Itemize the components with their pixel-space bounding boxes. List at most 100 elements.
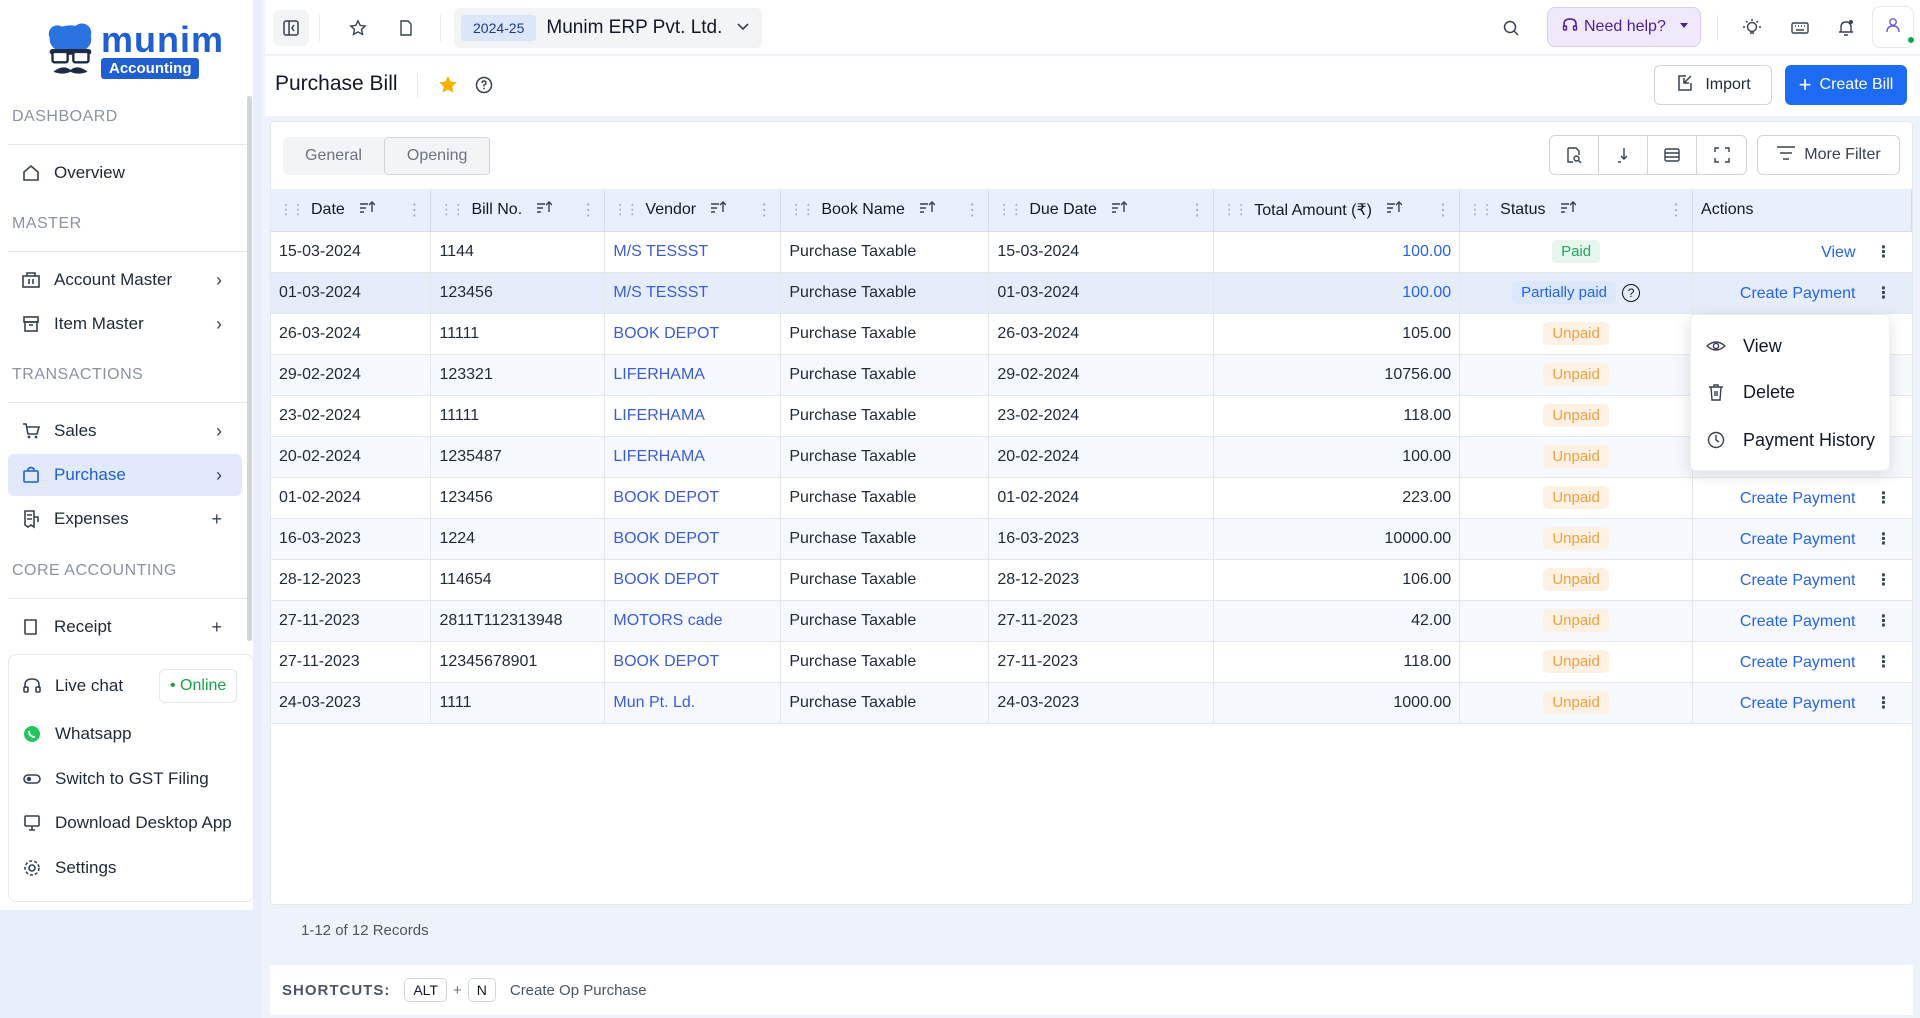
- sidebar-item-overview[interactable]: Overview: [8, 152, 242, 194]
- live-chat-link[interactable]: Live chat: [21, 675, 123, 697]
- column-menu-icon[interactable]: ⋮: [406, 200, 422, 220]
- density-icon[interactable]: [1648, 136, 1697, 174]
- column-menu-icon[interactable]: ⋮: [1668, 200, 1684, 220]
- logo[interactable]: munim Accounting: [44, 18, 224, 82]
- fullscreen-icon[interactable]: [1697, 136, 1746, 174]
- whatsapp-link[interactable]: Whatsapp: [21, 723, 132, 745]
- view-link[interactable]: View: [1821, 244, 1855, 261]
- notification-bell-icon[interactable]: [1828, 10, 1864, 46]
- table-row[interactable]: 20-02-2024 1235487 LIFERHAMA Purchase Taxab…: [271, 436, 1912, 478]
- table-row[interactable]: 15-03-2024 1144 M/S TESSST Purchase Taxable…: [271, 231, 1912, 273]
- vendor-link[interactable]: LIFERHAMA: [604, 395, 782, 437]
- create-payment-link[interactable]: Create Payment: [1740, 572, 1856, 589]
- column-menu-icon[interactable]: ⋮: [580, 200, 596, 220]
- column-menu-icon[interactable]: ⋮: [964, 200, 980, 220]
- menu-item-view[interactable]: View: [1705, 335, 1782, 357]
- user-avatar-button[interactable]: [1872, 6, 1916, 48]
- star-icon[interactable]: [340, 10, 376, 46]
- vendor-link[interactable]: M/S TESSST: [604, 272, 782, 314]
- vendor-link[interactable]: M/S TESSST: [604, 231, 782, 273]
- row-menu-icon[interactable]: ⋮: [1856, 529, 1912, 549]
- create-payment-link[interactable]: Create Payment: [1740, 613, 1856, 630]
- table-row[interactable]: 24-03-2023 1111 Mun Pt. Ld. Purchase Taxabl…: [271, 682, 1912, 724]
- table-row[interactable]: 27-11-2023 12345678901 BOOK DEPOT Purchase …: [271, 641, 1912, 683]
- sort-icon[interactable]: [536, 200, 553, 219]
- column-menu-icon[interactable]: ⋮: [756, 200, 772, 220]
- table-row[interactable]: 16-03-2023 1224 BOOK DEPOT Purchase Taxable…: [271, 518, 1912, 560]
- drag-handle-icon[interactable]: ⋮⋮: [613, 201, 639, 218]
- settings-link[interactable]: Settings: [21, 857, 116, 879]
- row-menu-icon[interactable]: ⋮: [1856, 242, 1912, 262]
- export-icon[interactable]: [1599, 136, 1648, 174]
- column-menu-icon[interactable]: ⋮: [1189, 200, 1205, 220]
- vendor-link[interactable]: MOTORS cade: [604, 600, 782, 642]
- company-selector[interactable]: 2024-25 Munim ERP Pvt. Ltd.: [454, 8, 762, 48]
- download-desktop-link[interactable]: Download Desktop App: [21, 812, 232, 834]
- search-icon[interactable]: [1493, 10, 1529, 46]
- vendor-link[interactable]: LIFERHAMA: [604, 354, 782, 396]
- favorite-star-icon[interactable]: [437, 74, 459, 101]
- vendor-link[interactable]: Mun Pt. Ld.: [604, 682, 782, 724]
- collapse-sidebar-icon[interactable]: [273, 10, 309, 46]
- row-menu-icon[interactable]: ⋮: [1856, 283, 1912, 303]
- switch-gst-link[interactable]: Switch to GST Filing: [21, 768, 209, 790]
- lightbulb-icon[interactable]: [1734, 10, 1770, 46]
- sidebar-item-account-master[interactable]: Account Master ›: [8, 259, 242, 301]
- sidebar-scrollbar[interactable]: [247, 96, 252, 641]
- vendor-link[interactable]: BOOK DEPOT: [604, 477, 782, 519]
- need-help-button[interactable]: Need help?: [1547, 7, 1701, 47]
- keyboard-icon[interactable]: [1782, 10, 1818, 46]
- menu-item-delete[interactable]: Delete: [1705, 381, 1795, 403]
- sort-icon[interactable]: [1386, 200, 1403, 219]
- row-menu-icon[interactable]: ⋮: [1856, 611, 1912, 631]
- row-menu-icon[interactable]: ⋮: [1856, 570, 1912, 590]
- vendor-link[interactable]: LIFERHAMA: [604, 436, 782, 478]
- vendor-link[interactable]: BOOK DEPOT: [604, 313, 782, 355]
- more-filter-button[interactable]: More Filter: [1757, 135, 1900, 175]
- drag-handle-icon[interactable]: ⋮⋮: [439, 201, 465, 218]
- column-header-vendor[interactable]: ⋮⋮ Vendor ⋮: [604, 189, 782, 232]
- sort-icon[interactable]: [1111, 200, 1128, 219]
- create-payment-link[interactable]: Create Payment: [1740, 490, 1856, 507]
- plus-icon[interactable]: +: [211, 509, 222, 530]
- column-header-date[interactable]: ⋮⋮ Date ⋮: [271, 189, 432, 232]
- column-header-total-amount[interactable]: ⋮⋮ Total Amount (₹) ⋮: [1213, 189, 1461, 232]
- sidebar-item-expenses[interactable]: Expenses +: [8, 498, 242, 540]
- document-icon[interactable]: [388, 10, 424, 46]
- drag-handle-icon[interactable]: ⋮⋮: [279, 201, 305, 218]
- plus-icon[interactable]: +: [211, 617, 222, 638]
- drag-handle-icon[interactable]: ⋮⋮: [1222, 201, 1248, 218]
- sidebar-item-receipt[interactable]: Receipt +: [8, 606, 242, 648]
- create-payment-link[interactable]: Create Payment: [1740, 531, 1856, 548]
- drag-handle-icon[interactable]: ⋮⋮: [997, 201, 1023, 218]
- create-payment-link[interactable]: Create Payment: [1740, 654, 1856, 671]
- table-row[interactable]: 01-03-2024 123456 M/S TESSST Purchase Taxab…: [271, 272, 1912, 314]
- import-button[interactable]: Import: [1654, 65, 1772, 105]
- column-header-status[interactable]: ⋮⋮ Status ⋮: [1459, 189, 1694, 232]
- drag-handle-icon[interactable]: ⋮⋮: [1468, 201, 1494, 218]
- table-row[interactable]: 29-02-2024 123321 LIFERHAMA Purchase Taxabl…: [271, 354, 1912, 396]
- vendor-link[interactable]: BOOK DEPOT: [604, 518, 782, 560]
- sort-icon[interactable]: [1560, 200, 1577, 219]
- drag-handle-icon[interactable]: ⋮⋮: [789, 201, 815, 218]
- sidebar-item-sales[interactable]: Sales ›: [8, 410, 242, 452]
- table-row[interactable]: 01-02-2024 123456 BOOK DEPOT Purchase Taxab…: [271, 477, 1912, 519]
- help-chat-icon[interactable]: [473, 74, 495, 101]
- column-header-bill-no[interactable]: ⋮⋮ Bill No. ⋮: [430, 189, 606, 232]
- table-row[interactable]: 26-03-2024 11111 BOOK DEPOT Purchase Taxabl…: [271, 313, 1912, 355]
- table-row[interactable]: 28-12-2023 114654 BOOK DEPOT Purchase Taxab…: [271, 559, 1912, 601]
- column-header-book-name[interactable]: ⋮⋮ Book Name ⋮: [780, 189, 990, 232]
- tab-opening[interactable]: Opening: [383, 137, 491, 175]
- row-menu-icon[interactable]: ⋮: [1856, 693, 1912, 713]
- table-row[interactable]: 27-11-2023 2811T112313948 MOTORS cade Purch…: [271, 600, 1912, 642]
- search-document-icon[interactable]: [1550, 136, 1599, 174]
- menu-item-payment-history[interactable]: Payment History: [1705, 429, 1875, 451]
- vendor-link[interactable]: BOOK DEPOT: [604, 559, 782, 601]
- row-menu-icon[interactable]: ⋮: [1856, 488, 1912, 508]
- create-bill-button[interactable]: + Create Bill: [1785, 65, 1907, 105]
- column-menu-icon[interactable]: ⋮: [1435, 200, 1451, 220]
- financial-year-badge[interactable]: 2024-25: [461, 15, 537, 41]
- sort-icon[interactable]: [359, 200, 376, 219]
- column-header-due-date[interactable]: ⋮⋮ Due Date ⋮: [988, 189, 1215, 232]
- sidebar-item-item-master[interactable]: Item Master ›: [8, 303, 242, 345]
